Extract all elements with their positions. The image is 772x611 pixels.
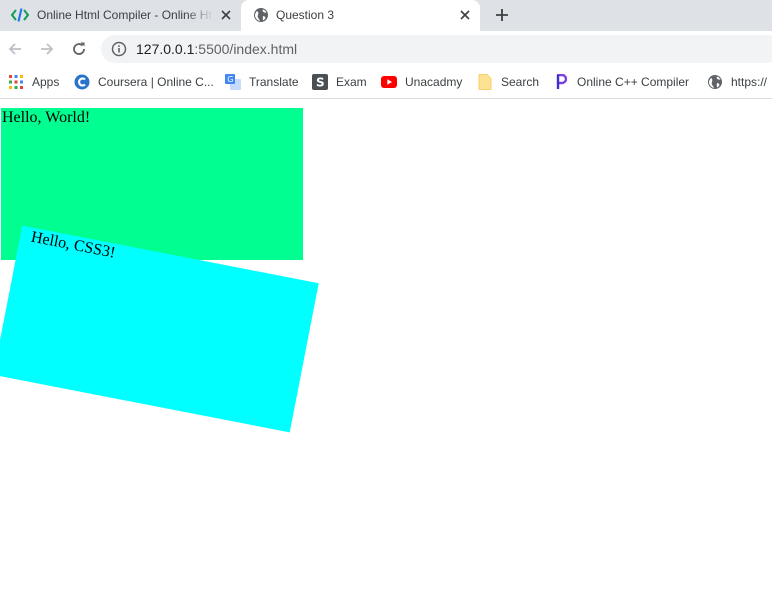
reload-icon [73, 42, 85, 55]
programiz-icon [553, 74, 569, 90]
bookmark-label: Unacadmy [405, 75, 463, 89]
forward-button[interactable] [37, 39, 57, 59]
translate-icon: G [225, 74, 241, 90]
code-icon [10, 7, 30, 23]
bookmark-unacadmy[interactable]: Unacadmy [381, 72, 462, 92]
coursera-icon [74, 74, 90, 90]
bookmark-label: Apps [32, 75, 60, 89]
tab-title: Online Html Compiler - Online Html Edito… [37, 8, 213, 22]
address-bar[interactable]: 127.0.0.1:5500/index.html [101, 35, 772, 63]
tab-strip: Online Html Compiler - Online Html Edito… [0, 0, 772, 31]
bookmark-label: https:// [731, 75, 768, 89]
plus-icon [496, 9, 508, 21]
globe-icon [253, 7, 269, 23]
page-viewport: Hello, World! Hello, CSS3! [0, 100, 772, 611]
bookmark-label: Search [501, 75, 540, 89]
bookmark-coursera[interactable]: Coursera | Online C... [74, 72, 214, 92]
bookmark-online-cpp-compiler[interactable]: Online C++ Compiler [553, 72, 689, 92]
new-tab-button[interactable] [492, 5, 512, 25]
bookmark-translate[interactable]: G Translate [225, 72, 299, 92]
tab-online-html-compiler[interactable]: Online Html Compiler - Online Html Edito… [0, 0, 240, 31]
arrow-left-icon [8, 43, 21, 55]
close-tab-icon[interactable] [457, 7, 473, 23]
bookmark-label: Exam [336, 75, 367, 89]
hello-world-text: Hello, World! [2, 109, 91, 126]
arrow-right-icon [41, 43, 54, 55]
youtube-icon [381, 74, 397, 90]
back-button[interactable] [5, 39, 25, 59]
svg-text:G: G [227, 75, 233, 84]
bookmark-exam[interactable]: S Exam [312, 72, 367, 92]
browser-toolbar: 127.0.0.1:5500/index.html [0, 31, 772, 66]
info-icon[interactable] [111, 41, 127, 57]
url-text: 127.0.0.1:5500/index.html [136, 41, 297, 57]
bookmarks-bar: Apps Coursera | Online C... G Translate … [0, 66, 772, 99]
tab-question-3[interactable]: Question 3 [241, 0, 480, 31]
svg-text:S: S [316, 76, 325, 90]
reload-button[interactable] [69, 39, 89, 59]
bookmark-apps[interactable]: Apps [8, 72, 59, 92]
bookmark-label: Online C++ Compiler [577, 75, 690, 89]
folder-icon [477, 74, 493, 90]
bookmark-https[interactable]: https:// [707, 72, 767, 92]
close-tab-icon[interactable] [218, 7, 234, 23]
bookmark-label: Coursera | Online C... [98, 75, 214, 89]
bookmark-label: Translate [249, 75, 299, 89]
url-path: :5500/index.html [194, 41, 298, 57]
exam-icon: S [312, 74, 328, 90]
tab-title: Question 3 [276, 8, 335, 22]
apps-grid-icon [8, 74, 24, 90]
globe-icon [707, 74, 723, 90]
bookmark-search[interactable]: Search [477, 72, 539, 92]
url-host: 127.0.0.1 [136, 41, 195, 57]
